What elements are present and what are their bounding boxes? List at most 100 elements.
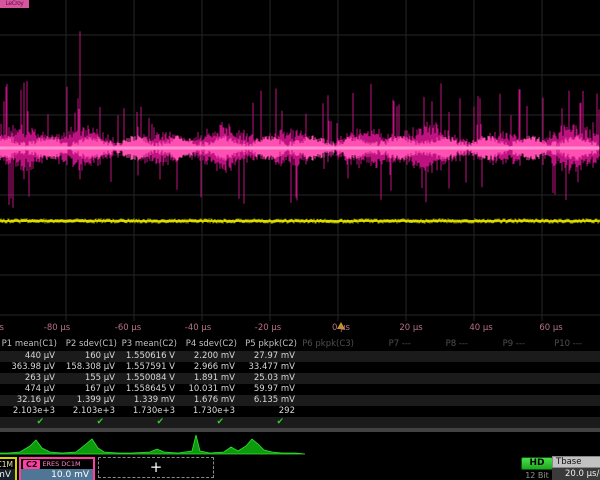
measure-cell: 2.103e+3 xyxy=(0,406,60,417)
status-check-icon: ✔ xyxy=(180,417,240,428)
measure-header-P2[interactable]: P2 sdev(C1) xyxy=(60,338,120,351)
measure-cell xyxy=(357,351,414,362)
measure-cell: 1.730e+3 xyxy=(120,406,180,417)
measure-cell: 1.550616 V xyxy=(120,351,180,362)
measure-row-num: 2.103e+32.103e+31.730e+31.730e+3292 xyxy=(0,406,600,417)
c2-eres-tag: ERES xyxy=(42,460,59,469)
measure-cell: 25.03 mV xyxy=(240,373,300,384)
c1-scale-value: 10.0 mV xyxy=(0,469,15,480)
measure-cell: 1.399 µV xyxy=(60,395,120,406)
measure-cell: 1.550084 V xyxy=(120,373,180,384)
measure-cell: 363.98 µV xyxy=(0,362,60,373)
measure-cell xyxy=(528,395,585,406)
measure-cell xyxy=(585,362,600,373)
status-check-icon: ✔ xyxy=(0,417,60,428)
measure-row-mean: 363.98 µV158.308 µV1.557591 V2.966 mV33.… xyxy=(0,362,600,373)
measure-cell: 1.891 mV xyxy=(180,373,240,384)
measure-cell: 2.200 mV xyxy=(180,351,240,362)
measure-cell xyxy=(414,384,471,395)
measure-cell xyxy=(585,351,600,362)
time-label: 40 µs xyxy=(469,323,492,333)
measure-row-status: ✔✔✔✔✔ xyxy=(0,417,600,428)
measure-header-P5[interactable]: P5 pkpk(C2) xyxy=(240,338,300,351)
measure-cell: 292 xyxy=(240,406,300,417)
histogram-trace xyxy=(0,433,600,455)
measure-cell xyxy=(471,395,528,406)
measure-cell: 1.558645 V xyxy=(120,384,180,395)
c2-scale-value: 10.0 mV xyxy=(21,469,93,480)
measure-cell xyxy=(528,362,585,373)
measure-header-P9[interactable]: P9 --- xyxy=(471,338,528,351)
measure-cell xyxy=(414,362,471,373)
measure-header-P4[interactable]: P4 sdev(C2) xyxy=(180,338,240,351)
measure-cell: 1.557591 V xyxy=(120,362,180,373)
measure-cell: 474 µV xyxy=(0,384,60,395)
measure-cell xyxy=(471,351,528,362)
measure-cell xyxy=(357,406,414,417)
measure-cell xyxy=(585,384,600,395)
time-label: 60 µs xyxy=(539,323,562,333)
measure-cell xyxy=(471,417,528,428)
measure-header-P6[interactable]: P6 pkpk(C3) xyxy=(300,338,357,351)
measure-cell xyxy=(300,417,357,428)
measure-cell xyxy=(528,373,585,384)
measure-cell xyxy=(414,351,471,362)
measure-cell xyxy=(528,351,585,362)
measure-row-max: 474 µV167 µV1.558645 V10.031 mV59.97 mV xyxy=(0,384,600,395)
channel-c2-descriptor[interactable]: C2 ERES DC1M 10.0 mV xyxy=(19,457,95,480)
measure-cell xyxy=(357,395,414,406)
measure-header-P3[interactable]: P3 mean(C2) xyxy=(120,338,180,351)
measure-cell xyxy=(414,406,471,417)
measure-row-value: 440 µV160 µV1.550616 V2.200 mV27.97 mV xyxy=(0,351,600,362)
measure-header-P8[interactable]: P8 --- xyxy=(414,338,471,351)
time-label: 0 µs xyxy=(332,323,350,333)
c2-channel-chip: C2 xyxy=(23,460,40,469)
measure-header-P1[interactable]: P1 mean(C1) xyxy=(0,338,60,351)
hd-bit-depth-label: 12 Bit xyxy=(517,471,557,480)
c2-coupling-label: DC1M xyxy=(61,460,80,469)
timebase-value: 20.0 µs/div xyxy=(552,468,600,480)
measure-cell: 1.339 mV xyxy=(120,395,180,406)
table-divider xyxy=(0,428,600,432)
timebase-title: Tbase xyxy=(552,456,600,468)
measure-cell: 1.676 mV xyxy=(180,395,240,406)
time-label: 20 µs xyxy=(399,323,422,333)
measure-cell xyxy=(300,362,357,373)
status-check-icon: ✔ xyxy=(240,417,300,428)
time-label: -60 µs xyxy=(115,323,141,333)
c1-coupling-label: DC1M xyxy=(0,459,15,469)
timebase-descriptor[interactable]: Tbase 20.0 µs/div xyxy=(552,456,600,480)
measure-cell xyxy=(414,395,471,406)
measure-cell: 160 µV xyxy=(60,351,120,362)
measure-cell: 59.97 mV xyxy=(240,384,300,395)
measure-cell: 155 µV xyxy=(60,373,120,384)
measure-cell: 440 µV xyxy=(0,351,60,362)
measure-cell: 263 µV xyxy=(0,373,60,384)
measure-cell xyxy=(357,362,414,373)
measure-table: P1 mean(C1)P2 sdev(C1)P3 mean(C2)P4 sdev… xyxy=(0,338,600,428)
time-label: -40 µs xyxy=(185,323,211,333)
measure-cell: 167 µV xyxy=(60,384,120,395)
hd-mode-badge[interactable]: HD xyxy=(521,457,553,470)
measure-cell xyxy=(471,362,528,373)
measure-cell xyxy=(528,384,585,395)
corner-badge: LeCroy xyxy=(0,0,29,8)
measure-cell: 27.97 mV xyxy=(240,351,300,362)
measure-cell: 33.477 mV xyxy=(240,362,300,373)
measure-cell xyxy=(585,395,600,406)
measure-header-P11[interactable]: P11 xyxy=(585,338,600,351)
measure-cell xyxy=(585,373,600,384)
oscilloscope-screen: LeCroy -100 µs-80 µs-60 µs-40 µs-20 µs0 … xyxy=(0,0,600,480)
measure-cell xyxy=(471,373,528,384)
measure-header-P7[interactable]: P7 --- xyxy=(357,338,414,351)
channel-c1-descriptor[interactable]: DC1M 10.0 mV xyxy=(0,457,17,480)
measure-cell xyxy=(300,406,357,417)
time-label: -80 µs xyxy=(44,323,70,333)
measure-cell xyxy=(585,406,600,417)
measure-cell xyxy=(300,384,357,395)
measure-header-P10[interactable]: P10 --- xyxy=(528,338,585,351)
measure-cell: 10.031 mV xyxy=(180,384,240,395)
add-trace-button[interactable]: + xyxy=(98,457,214,478)
measure-cell xyxy=(471,384,528,395)
measure-cell: 2.103e+3 xyxy=(60,406,120,417)
